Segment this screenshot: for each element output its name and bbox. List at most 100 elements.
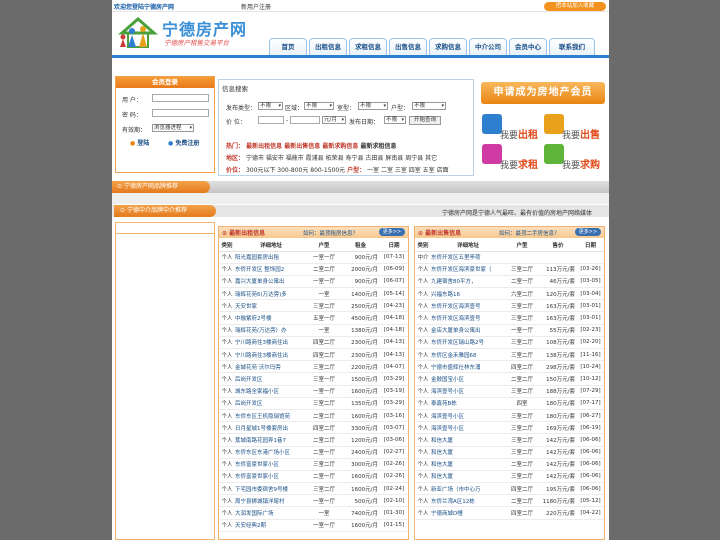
search-button[interactable]: 开始查询 [409, 116, 441, 125]
table-row[interactable]: 个人 东侨兰湾A区12栋 二室二厅 1180万元/套 [05-12] [415, 494, 604, 508]
table-row[interactable]: 个人 东侨开发区海滨壹号 三室二厅 163万元/套 [03-01] [415, 299, 604, 313]
table-row[interactable]: 个人 天安世家 三室二厅 2500元/月 [04-23] [219, 299, 408, 313]
hot-link-rent-wanted[interactable]: 最新求租信息 [360, 143, 396, 150]
hot-link-buy[interactable]: 最新求购信息 [322, 143, 358, 150]
hot-link-sale[interactable]: 最新出售信息 [284, 143, 320, 150]
table-row[interactable]: 个人 泰鑫苑B栋 四室 180万元/套 [07-17] [415, 397, 604, 410]
add-favorite-button[interactable]: 把本站加入收藏 [544, 2, 606, 11]
login-button[interactable]: ● 登陆 [130, 138, 149, 147]
rent-cell[interactable]: 下宅园市委宿舍9号楼 [235, 482, 307, 496]
rent-cell[interactable]: 后岗开发区 [235, 372, 307, 386]
price-unit-select[interactable]: 元/月 [322, 116, 346, 124]
table-row[interactable]: 个人 海滨壹号小区 三室二厅 180万元/套 [06-27] [415, 409, 604, 423]
table-row[interactable]: 个人 兴福东路16 六室二厅 120万元/套 [03-04] [415, 287, 604, 301]
table-row[interactable]: 个人 东侨东区王机隐瑞馆苑 二室二厅 1600元/月 [03-16] [219, 409, 408, 423]
district-select[interactable]: 不限 [304, 102, 334, 110]
post-rent-wanted-button[interactable]: 我要求租 [480, 142, 540, 171]
rent-cell[interactable]: 大润发国际广场 [235, 506, 307, 520]
rent-cell[interactable]: 周宁县狮城镇洋尾村 [235, 494, 307, 508]
post-rent-button[interactable]: 我要出租 [480, 112, 540, 141]
rent-cell[interactable]: 宁川路商住3楼商住出 [235, 348, 307, 362]
table-row[interactable]: 个人 东侨富豪世家小区 二室一厅 1600元/月 [02-26] [219, 470, 408, 484]
rent-cell[interactable]: 东侨开发区 整饰园2 [235, 263, 307, 276]
rooms-select[interactable]: 不限 [358, 102, 388, 110]
table-row[interactable]: 个人 大润发国际广场 一室 7400元/月 [01-30] [219, 506, 408, 520]
rent-cell[interactable]: 东侨东区王机隐瑞馆苑 [235, 409, 307, 423]
nav-sale[interactable]: 出售信息 [389, 38, 427, 55]
nav-member-center[interactable]: 会员中心 [509, 38, 547, 55]
table-row[interactable]: 个人 九建宿舍80平方， 二室一厅 46万元/套 [03-05] [415, 275, 604, 289]
sale-cell[interactable]: 泰鑫苑B栋 [431, 397, 505, 410]
nav-rent-wanted[interactable]: 求租信息 [349, 38, 387, 55]
rent-cell[interactable]: 宁川路商住3楼商住出 [235, 336, 307, 350]
table-row[interactable]: 个人 宁川路商住3楼商住出 四室二厅 2300元/月 [04-13] [219, 348, 408, 362]
sale-cell[interactable]: 宁德市盛辉仕林东涌 [431, 360, 505, 374]
type-select[interactable]: 不限 [258, 102, 283, 110]
table-row[interactable]: 中介 东侨开发区五里亭荷 [415, 251, 604, 264]
nav-rent[interactable]: 出租信息 [309, 38, 347, 55]
join-member-button[interactable]: 申请成为房地产会员 [481, 82, 605, 104]
rent-cell[interactable]: 日月星城1号楼套房出 [235, 421, 307, 435]
sale-cell[interactable]: 兴福东路16 [431, 287, 505, 301]
rent-cell[interactable]: 天安世家 [235, 299, 307, 313]
sale-panel-question[interactable]: 如何：最顶二手房信息？ [499, 229, 560, 237]
table-row[interactable]: 个人 东侨开发区 整饰园2 二室二厅 2000元/月 [06-09] [219, 263, 408, 276]
post-sale-button[interactable]: 我要出售 [542, 112, 602, 141]
table-row[interactable]: 个人 中融紫府2号楼 五室一厅 4500元/月 [04-18] [219, 311, 408, 325]
site-logo[interactable]: 宁德房产网 宁德房产租售交易平台 [116, 13, 274, 53]
table-row[interactable]: 个人 瑞辉花苑(万达旁）办 一室 1380元/月 [04-18] [219, 324, 408, 337]
table-row[interactable]: 个人 日月星城1号楼套房出 四室二厅 3300元/月 [03-07] [219, 421, 408, 435]
table-row[interactable]: 个人 后岗开发区 三室一厅 1500元/月 [03-29] [219, 372, 408, 386]
sale-cell[interactable]: 和信大厦 [431, 433, 505, 447]
price-min-input[interactable] [258, 116, 284, 124]
date-select[interactable]: 不限 [384, 116, 406, 124]
table-row[interactable]: 个人 阳光嘉园套房出租 一室一厅 900元/月 [07-13] [219, 251, 408, 264]
table-row[interactable]: 个人 东侨富豪世家小区 三室二厅 3000元/月 [02-26] [219, 458, 408, 471]
sale-cell[interactable]: 和信大厦 [431, 470, 505, 484]
table-row[interactable]: 个人 周宁县狮城镇洋尾村 一室一厅 500元/月 [02-10] [219, 494, 408, 508]
sale-cell[interactable]: 海滨壹号小区 [431, 421, 505, 435]
rent-cell[interactable]: 金城花苑 沃尔玛旁 [235, 360, 307, 374]
rent-cell[interactable]: 瑞辉花苑(万达旁）办 [235, 324, 307, 337]
rent-cell[interactable]: 后岗开发区 [235, 397, 307, 410]
sale-cell[interactable]: 和信大厦 [431, 458, 505, 471]
table-row[interactable]: 个人 和信大厦 二室二厅 142万元/套 [06-06] [415, 458, 604, 471]
price-max-input[interactable] [290, 116, 320, 124]
rent-cell[interactable]: 嘉兴大厦单身公寓出 [235, 275, 307, 289]
table-row[interactable]: 个人 金城花苑 沃尔玛旁 三室二厅 2200元/月 [04-07] [219, 360, 408, 374]
table-row[interactable]: 个人 海滨壹号小区 三室二厅 169万元/套 [06-19] [415, 421, 604, 435]
rent-more-button[interactable]: 更多>> [379, 228, 405, 236]
price-links-text[interactable]: 300元以下 300-800元 800-1500元 [246, 167, 345, 174]
sale-cell[interactable]: 东侨开发区五里亭荷 [431, 251, 505, 264]
sale-cell[interactable]: 东侨区金禾雅园68 [431, 348, 505, 362]
rent-cell[interactable]: 瑞辉花苑6(万达旁)多 [235, 287, 307, 301]
table-row[interactable]: 个人 瑞辉花苑6(万达旁)多 一室 1400元/月 [05-14] [219, 287, 408, 301]
nav-agencies[interactable]: 中介公司 [469, 38, 507, 55]
post-buy-wanted-button[interactable]: 我要求购 [542, 142, 602, 171]
rent-cell[interactable]: 蕉城南路花园弄1巷7 [235, 433, 307, 447]
sale-cell[interactable]: 东侨开发区海滨壹号 [431, 299, 505, 313]
table-row[interactable]: 个人 宁德市盛辉仕林东涌 四室二厅 298万元/套 [10-24] [415, 360, 604, 374]
sale-cell[interactable]: 金店大厦单身公寓出 [431, 324, 505, 337]
nav-contact[interactable]: 联系我们 [549, 38, 595, 55]
rent-cell[interactable]: 东侨富豪世家小区 [235, 470, 307, 484]
table-row[interactable]: 个人 蕉城南路花园弄1巷7 二室二厅 1200元/月 [03-06] [219, 433, 408, 447]
sale-cell[interactable]: 金鼓国宝小区 [431, 372, 505, 386]
table-row[interactable]: 个人 后岗开发区 三室二厅 1350元/月 [03-29] [219, 397, 408, 410]
sale-cell[interactable]: 宁德商城D幢 [431, 506, 505, 520]
table-row[interactable]: 个人 和信大厦 三室二厅 142万元/套 [06-06] [415, 470, 604, 484]
validity-select[interactable]: 浏览器进程 [152, 124, 194, 132]
sale-cell[interactable]: 东侨开发区瑞山路2号 [431, 336, 505, 350]
table-row[interactable]: 个人 宁德商城D幢 四室二厅 220万元/套 [04-22] [415, 506, 604, 520]
table-row[interactable]: 个人 嘉兴大厦单身公寓出 一室一厅 900元/月 [06-07] [219, 275, 408, 289]
table-row[interactable]: 个人 下宅园市委宿舍9号楼 三室二厅 1600元/月 [02-24] [219, 482, 408, 496]
house-select[interactable]: 不限 [412, 102, 446, 110]
table-row[interactable]: 个人 和信大厦 三室二厅 142万元/套 [06-06] [415, 433, 604, 447]
rent-cell[interactable]: 天安经典2期 [235, 519, 307, 532]
sale-cell[interactable]: 九建宿舍80平方， [431, 275, 505, 289]
table-row[interactable]: 个人 宁川路商住3楼商住出 四室二厅 2300元/月 [04-13] [219, 336, 408, 350]
rent-cell[interactable]: 东侨富豪世家小区 [235, 458, 307, 471]
nav-home[interactable]: 首页 [269, 38, 307, 55]
table-row[interactable]: 个人 金鼓国宝小区 二室二厅 150万元/套 [10-12] [415, 372, 604, 386]
nav-buy-wanted[interactable]: 求购信息 [429, 38, 467, 55]
